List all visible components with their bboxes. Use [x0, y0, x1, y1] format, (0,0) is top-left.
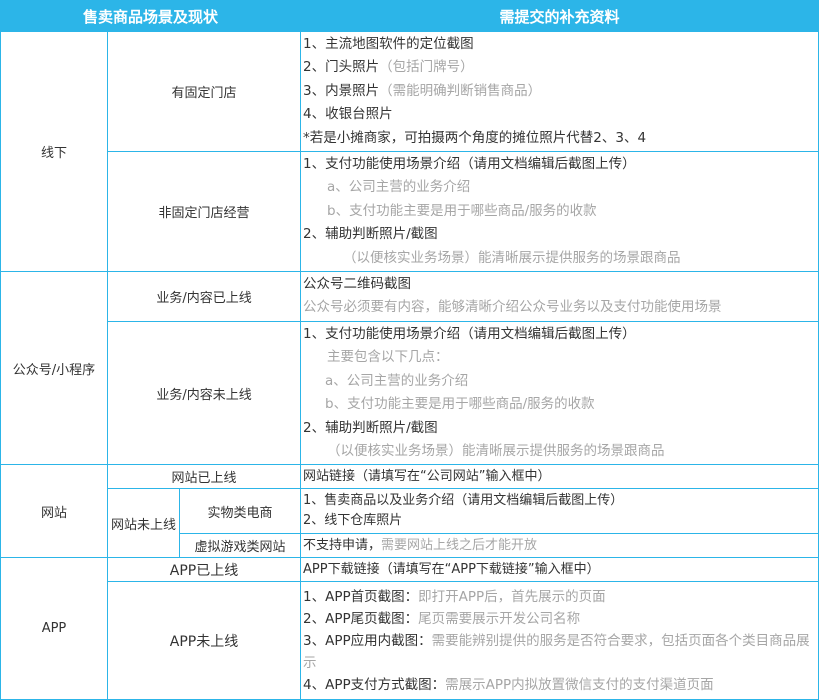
app-item-3: 3、APP应用内截图：需要能辨别提供的服务是否符合要求，包括页面各个类目商品展示 — [303, 632, 810, 671]
oa-online-row: 公众号/小程序 业务/内容已上线 公众号二维码截图 公众号必须要有内容，能够清晰… — [0, 271, 819, 466]
app-online-line-1: APP下载链接（请填写在“APP下载链接”输入框中） — [303, 561, 600, 577]
nonfixed-line-1b: b、支付功能主要是用于哪些商品/服务的收款 — [327, 202, 597, 219]
app-not-online-row: APP未上线 1、APP首页截图：即打开APP后，首先展示的页面 2、APP尾页… — [1, 581, 819, 700]
app-item-4: 4、APP支付方式截图：需展示APP内拟放置微信支付的支付渠道页面 — [303, 676, 714, 693]
oa-online-label: 业务/内容已上线 — [106, 271, 302, 322]
app-not-online-detail: 1、APP首页截图：即打开APP后，首先展示的页面 2、APP尾页截图：尾页需要… — [300, 581, 819, 700]
web-virtual-detail: 不支持申请，需要网站上线之后才能开放 — [300, 533, 819, 559]
nonfixed-store-label: 非固定门店经营 — [106, 151, 302, 273]
app-online-label: APP已上线 — [106, 557, 302, 583]
web-online-detail: 网站链接（请填写在“公司网站”输入框中） — [300, 464, 819, 490]
fixed-store-label: 有固定门店 — [106, 30, 302, 153]
oa-line-2: 2、辅助判断照片/截图 — [303, 419, 438, 436]
web-physical-detail: 1、售卖商品以及业务介绍（请用文档编辑后截图上传） 2、线下仓库照片 — [300, 488, 819, 535]
web-online-row: 网站 网站已上线 网站链接（请填写在“公司网站”输入框中） — [0, 464, 819, 559]
fixed-line-2: 2、门头照片（包括门牌号） — [303, 59, 474, 76]
oa-not-online-label: 业务/内容未上线 — [106, 320, 302, 466]
web-physical-line-1: 1、售卖商品以及业务介绍（请用文档编辑后截图上传） — [303, 492, 624, 508]
offline-label: 线下 — [0, 30, 108, 273]
header-materials: 需提交的补充资料 — [300, 0, 819, 32]
oa-line-1-note: 主要包含以下几点： — [327, 349, 449, 366]
oa-line-1: 1、支付功能使用场景介绍（请用文档编辑后截图上传） — [303, 325, 636, 342]
web-physical-line-2: 2、线下仓库照片 — [303, 513, 403, 529]
header-row: 售卖商品场景及现状 需提交的补充资料 — [0, 0, 819, 32]
oa-line-1a: a、公司主营的业务介绍 — [325, 372, 469, 389]
web-virtual-note: 需要网站上线之后才能开放 — [381, 537, 538, 553]
web-physical-row: 网站未上线 实物类电商 1、售卖商品以及业务介绍（请用文档编辑后截图上传） 2、… — [1, 488, 819, 559]
nonfixed-store-detail: 1、支付功能使用场景介绍（请用文档编辑后截图上传） a、公司主营的业务介绍 b、… — [300, 151, 819, 273]
requirements-table: 售卖商品场景及现状 需提交的补充资料 线下 有固定门店 1、主流地图软件的定位截… — [0, 0, 819, 700]
app-item-1: 1、APP首页截图：即打开APP后，首先展示的页面 — [303, 588, 606, 605]
oa-line-1b: b、支付功能主要是用于哪些商品/服务的收款 — [325, 396, 595, 413]
fixed-line-3: 3、内景照片（需能明确判断销售商品） — [303, 82, 542, 99]
app-not-online-label: APP未上线 — [106, 581, 302, 700]
nonfixed-line-2-note: （以便核实业务场景）能清晰展示提供服务的场景跟商品 — [343, 249, 681, 266]
web-online-line-1: 网站链接（请填写在“公司网站”输入框中） — [303, 468, 551, 484]
fixed-line-1: 1、主流地图软件的定位截图 — [303, 36, 474, 52]
offline-fixed-row: 线下 有固定门店 1、主流地图软件的定位截图 2、门头照片（包括门牌号） 3、内… — [0, 30, 819, 273]
app-online-detail: APP下载链接（请填写在“APP下载链接”输入框中） — [300, 557, 819, 583]
oa-label: 公众号/小程序 — [0, 271, 108, 466]
fixed-line-4: 4、收银台照片 — [303, 106, 393, 123]
web-online-label: 网站已上线 — [106, 464, 302, 490]
web-virtual-main: 不支持申请， — [303, 537, 382, 553]
fixed-store-detail: 1、主流地图软件的定位截图 2、门头照片（包括门牌号） 3、内景照片（需能明确判… — [300, 30, 819, 153]
app-label: APP — [0, 557, 108, 700]
web-not-online-label: 网站未上线 — [107, 488, 180, 559]
oa-line-2-note: （以便核实业务场景）能清晰展示提供服务的场景跟商品 — [327, 442, 665, 459]
web-physical-label: 实物类电商 — [178, 488, 302, 535]
nonfixed-line-1: 1、支付功能使用场景介绍（请用文档编辑后截图上传） — [303, 156, 636, 173]
nonfixed-line-2: 2、辅助判断照片/截图 — [303, 226, 438, 243]
oa-online-line-1: 公众号二维码截图 — [303, 276, 412, 293]
app-online-row: APP APP已上线 APP下载链接（请填写在“APP下载链接”输入框中） — [0, 557, 819, 700]
nonfixed-line-1a: a、公司主营的业务介绍 — [327, 179, 471, 196]
fixed-line-5: *若是小摊商家，可拍摄两个角度的摊位照片代替2、3、4 — [303, 129, 647, 146]
oa-not-online-row: 业务/内容未上线 1、支付功能使用场景介绍（请用文档编辑后截图上传） 主要包含以… — [1, 320, 819, 466]
header-scene: 售卖商品场景及现状 — [0, 0, 302, 32]
oa-not-online-detail: 1、支付功能使用场景介绍（请用文档编辑后截图上传） 主要包含以下几点： a、公司… — [300, 320, 819, 466]
oa-online-line-2: 公众号必须要有内容，能够清晰介绍公众号业务以及支付功能使用场景 — [303, 299, 722, 316]
app-item-2: 2、APP尾页截图：尾页需要展示开发公司名称 — [303, 610, 581, 627]
website-label: 网站 — [0, 464, 108, 559]
offline-nonfixed-row: 非固定门店经营 1、支付功能使用场景介绍（请用文档编辑后截图上传） a、公司主营… — [1, 151, 819, 273]
web-virtual-label: 虚拟游戏类网站 — [178, 533, 302, 559]
oa-online-detail: 公众号二维码截图 公众号必须要有内容，能够清晰介绍公众号业务以及支付功能使用场景 — [300, 271, 819, 322]
